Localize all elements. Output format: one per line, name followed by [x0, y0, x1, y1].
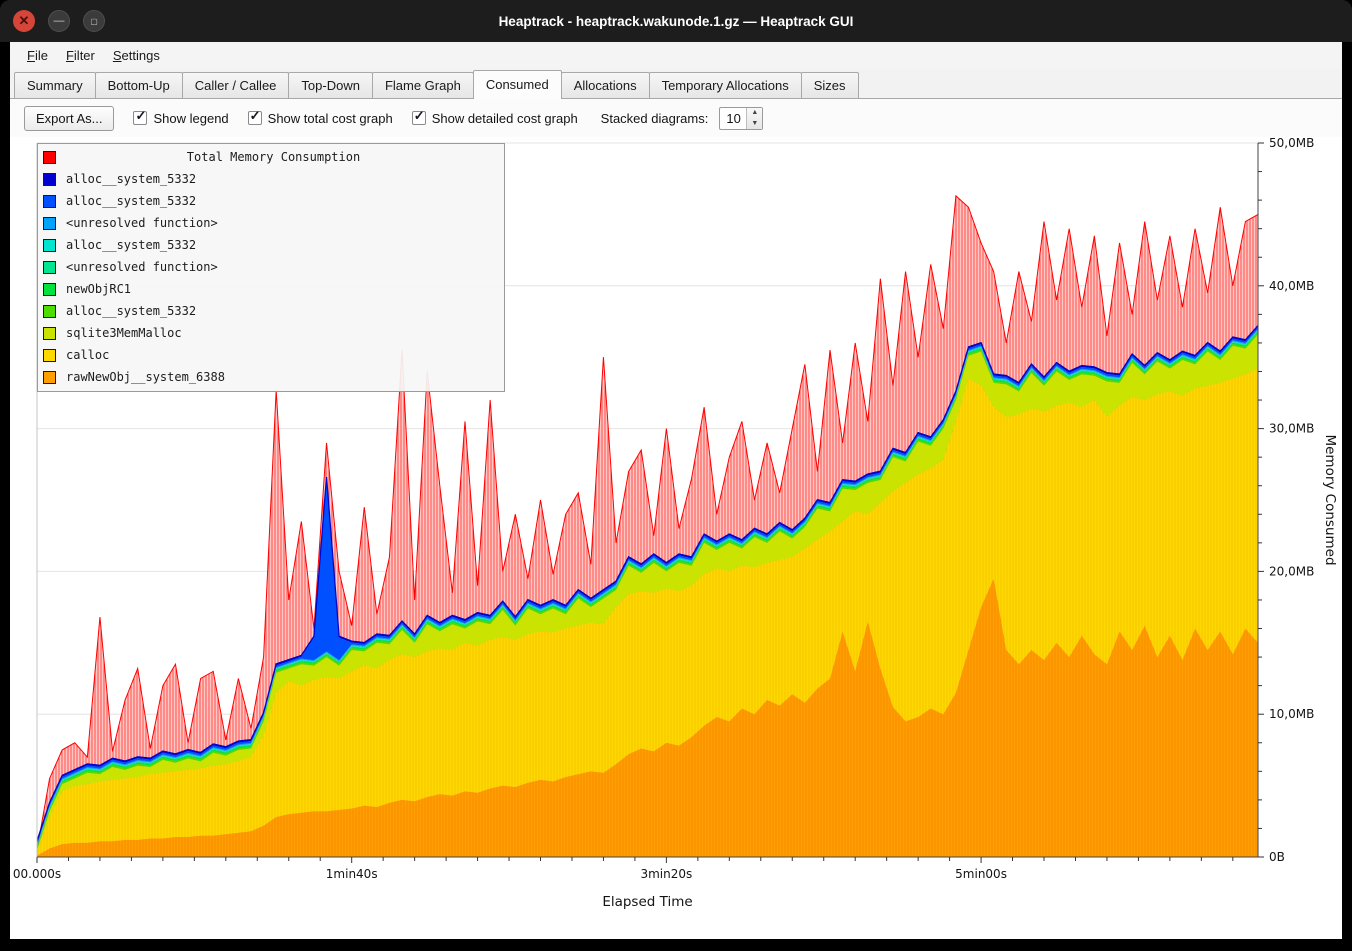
legend-label: alloc__system_5332	[66, 304, 196, 318]
x-axis-title: Elapsed Time	[602, 894, 692, 910]
checkbox-box: ✓	[412, 111, 426, 125]
menu-filter[interactable]: Filter	[57, 45, 104, 66]
legend-label: <unresolved function>	[66, 260, 218, 274]
stacked-diagrams-spinbox[interactable]: 10 ▲ ▼	[719, 107, 763, 130]
legend-item: alloc__system_5332	[38, 234, 504, 256]
legend-swatch	[43, 283, 56, 296]
legend-label: alloc__system_5332	[66, 238, 196, 252]
y-tick-label: 20,0MB	[1269, 564, 1314, 578]
legend-swatch	[43, 195, 56, 208]
tab-allocations[interactable]: Allocations	[561, 72, 650, 98]
legend-item: calloc	[38, 344, 504, 366]
tab-top-down[interactable]: Top-Down	[288, 72, 373, 98]
check-icon: ✓	[135, 108, 146, 124]
tab-bottom-up[interactable]: Bottom-Up	[95, 72, 183, 98]
legend-label: alloc__system_5332	[66, 172, 196, 186]
checkbox-box: ✓	[248, 111, 262, 125]
tab-consumed[interactable]: Consumed	[473, 70, 562, 99]
titlebar[interactable]: ✕ — ▢ Heaptrack - heaptrack.wakunode.1.g…	[0, 0, 1352, 42]
app-content: File Filter Settings Summary Bottom-Up C…	[10, 42, 1342, 939]
show-legend-checkbox[interactable]: ✓ Show legend	[133, 111, 228, 126]
legend-item: <unresolved function>	[38, 256, 504, 278]
menu-settings[interactable]: Settings	[104, 45, 169, 66]
legend-item: newObjRC1	[38, 278, 504, 300]
legend-item: <unresolved function>	[38, 212, 504, 234]
checkbox-label: Show legend	[153, 111, 228, 126]
export-as-button[interactable]: Export As...	[24, 106, 114, 131]
x-tick-label: 00.000s	[13, 867, 61, 881]
legend-swatch	[43, 327, 56, 340]
spin-up-button[interactable]: ▲	[747, 108, 762, 119]
legend-swatch	[43, 239, 56, 252]
tab-summary[interactable]: Summary	[14, 72, 96, 98]
tab-caller-callee[interactable]: Caller / Callee	[182, 72, 290, 98]
legend-item: alloc__system_5332	[38, 190, 504, 212]
x-tick-label: 1min40s	[326, 867, 378, 881]
spinbox-value[interactable]: 10	[720, 108, 746, 129]
legend-swatch	[43, 349, 56, 362]
legend-item: sqlite3MemMalloc	[38, 322, 504, 344]
tab-flame-graph[interactable]: Flame Graph	[372, 72, 474, 98]
menubar: File Filter Settings	[10, 42, 1342, 69]
legend-item: alloc__system_5332	[38, 168, 504, 190]
check-icon: ✓	[250, 108, 261, 124]
checkbox-label: Show detailed cost graph	[432, 111, 578, 126]
toolbar: Export As... ✓ Show legend ✓ Show total …	[10, 99, 1342, 137]
y-tick-label: 10,0MB	[1269, 707, 1314, 721]
legend-swatch	[43, 173, 56, 186]
legend-swatch	[43, 371, 56, 384]
legend-item: alloc__system_5332	[38, 300, 504, 322]
window-title: Heaptrack - heaptrack.wakunode.1.gz — He…	[0, 14, 1352, 29]
chart-legend: Total Memory Consumption alloc__system_53…	[37, 143, 505, 392]
legend-label: calloc	[66, 348, 109, 362]
legend-swatch	[43, 305, 56, 318]
legend-label: <unresolved function>	[66, 216, 218, 230]
legend-label: rawNewObj__system_6388	[66, 370, 225, 384]
tabbar: Summary Bottom-Up Caller / Callee Top-Do…	[10, 69, 1342, 99]
stacked-diagrams-label: Stacked diagrams:	[601, 111, 709, 126]
check-icon: ✓	[414, 108, 425, 124]
tab-sizes[interactable]: Sizes	[801, 72, 859, 98]
consumed-chart-panel: 00.000s 1min40s 3min20s 5min00s 0B 10,0MB 20,0…	[10, 137, 1342, 939]
y-axis-title: Memory Consumed	[1322, 434, 1338, 565]
spin-down-button[interactable]: ▼	[747, 118, 762, 129]
legend-item: rawNewObj__system_6388	[38, 366, 504, 388]
application-window: ✕ — ▢ Heaptrack - heaptrack.wakunode.1.g…	[0, 0, 1352, 951]
legend-label: newObjRC1	[66, 282, 131, 296]
x-tick-label: 3min20s	[640, 867, 692, 881]
legend-label: sqlite3MemMalloc	[66, 326, 182, 340]
menu-file[interactable]: File	[18, 45, 57, 66]
tab-temporary-allocations[interactable]: Temporary Allocations	[649, 72, 802, 98]
legend-label: alloc__system_5332	[66, 194, 196, 208]
x-tick-label: 5min00s	[955, 867, 1007, 881]
show-total-cost-checkbox[interactable]: ✓ Show total cost graph	[248, 111, 393, 126]
y-tick-label: 50,0MB	[1269, 137, 1314, 150]
legend-label: Total Memory Consumption	[187, 150, 360, 164]
legend-swatch	[43, 261, 56, 274]
checkbox-label: Show total cost graph	[268, 111, 393, 126]
y-tick-label: 30,0MB	[1269, 422, 1314, 436]
legend-swatch	[43, 217, 56, 230]
legend-title-row: Total Memory Consumption	[38, 146, 504, 168]
spinbox-buttons: ▲ ▼	[746, 108, 762, 129]
legend-swatch	[43, 151, 56, 164]
show-detailed-cost-checkbox[interactable]: ✓ Show detailed cost graph	[412, 111, 578, 126]
y-tick-label: 40,0MB	[1269, 279, 1314, 293]
y-tick-label: 0B	[1269, 850, 1285, 864]
checkbox-box: ✓	[133, 111, 147, 125]
